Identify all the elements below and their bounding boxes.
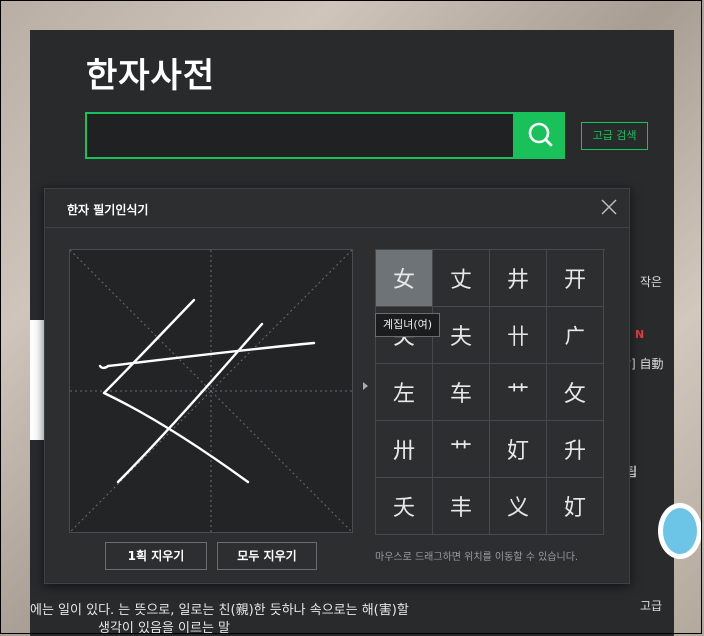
candidate-tooltip: 계집녀(여) [375, 313, 441, 337]
candidate-cell[interactable]: 艹 [490, 364, 547, 421]
candidate-cell[interactable]: 左 [376, 364, 433, 421]
candidate-cell[interactable]: 丰 [433, 478, 490, 535]
new-badge: N [635, 328, 645, 341]
candidate-cell[interactable]: 丈 [433, 250, 490, 307]
definition-text: 에는 일이 있다. 는 뜻으로, 일로는 친(親)한 듯하나 속으로는 해(害)… [30, 602, 409, 636]
candidate-cell[interactable]: 女 [376, 250, 433, 307]
clear-one-stroke-button[interactable]: 1획 지우기 [105, 542, 207, 570]
arrow-right-icon [363, 382, 368, 390]
close-icon[interactable] [599, 197, 619, 217]
site-logo[interactable]: 한자사전 [86, 48, 215, 97]
candidate-grid: 女丈井开关夫卄ㄬ左车艹攵卅艹奵升夭丰义奵 [375, 249, 605, 535]
candidate-cell[interactable]: 升 [547, 421, 604, 478]
title-divider [45, 227, 629, 228]
background-image [30, 320, 44, 440]
candidate-cell[interactable]: 车 [433, 364, 490, 421]
guide-lines [69, 249, 353, 533]
definition-line-1: 에는 일이 있다. 는 뜻으로, 일로는 친(親)한 듯하나 속으로는 해(害)… [30, 603, 409, 618]
drawing-strokes [69, 249, 353, 533]
candidate-cell[interactable]: 井 [490, 250, 547, 307]
search-input[interactable] [85, 112, 515, 159]
candidate-cell[interactable]: 奵 [490, 421, 547, 478]
candidate-cell[interactable]: 开 [547, 250, 604, 307]
side-bottom-text[interactable]: 고급 [640, 597, 662, 614]
candidate-cell[interactable]: 夭 [376, 478, 433, 535]
clear-all-button[interactable]: 모두 지우기 [217, 542, 317, 570]
drag-hint: 마우스로 드래그하면 위치를 이동할 수 있습니다. [375, 552, 579, 563]
candidate-cell[interactable]: ㄬ [547, 307, 604, 364]
candidate-cell[interactable]: 奵 [547, 478, 604, 535]
definition-line-2: 생각이 있음을 이르는 말 [98, 621, 230, 636]
search-icon [528, 122, 553, 147]
candidate-cell[interactable]: 攵 [547, 364, 604, 421]
candidate-cell[interactable]: 义 [490, 478, 547, 535]
side-small-text[interactable]: 작은 [640, 273, 662, 290]
candidate-cell[interactable]: 卅 [376, 421, 433, 478]
candidate-cell[interactable]: 夫 [433, 307, 490, 364]
handwriting-dialog: 한자 필기인식기 女丈井开关夫卄ㄬ左车艹攵卅艹奵升夭丰义奵 계집녀(여) 1획 … [44, 188, 630, 584]
candidate-cell[interactable]: 艹 [433, 421, 490, 478]
search-button[interactable] [515, 112, 565, 159]
drawing-canvas[interactable] [69, 249, 353, 533]
candidate-cell[interactable]: 卄 [490, 307, 547, 364]
floating-help-button[interactable] [658, 503, 702, 559]
advanced-search-button[interactable]: 고급 검색 [581, 122, 648, 150]
dialog-title: 한자 필기인식기 [67, 203, 149, 217]
